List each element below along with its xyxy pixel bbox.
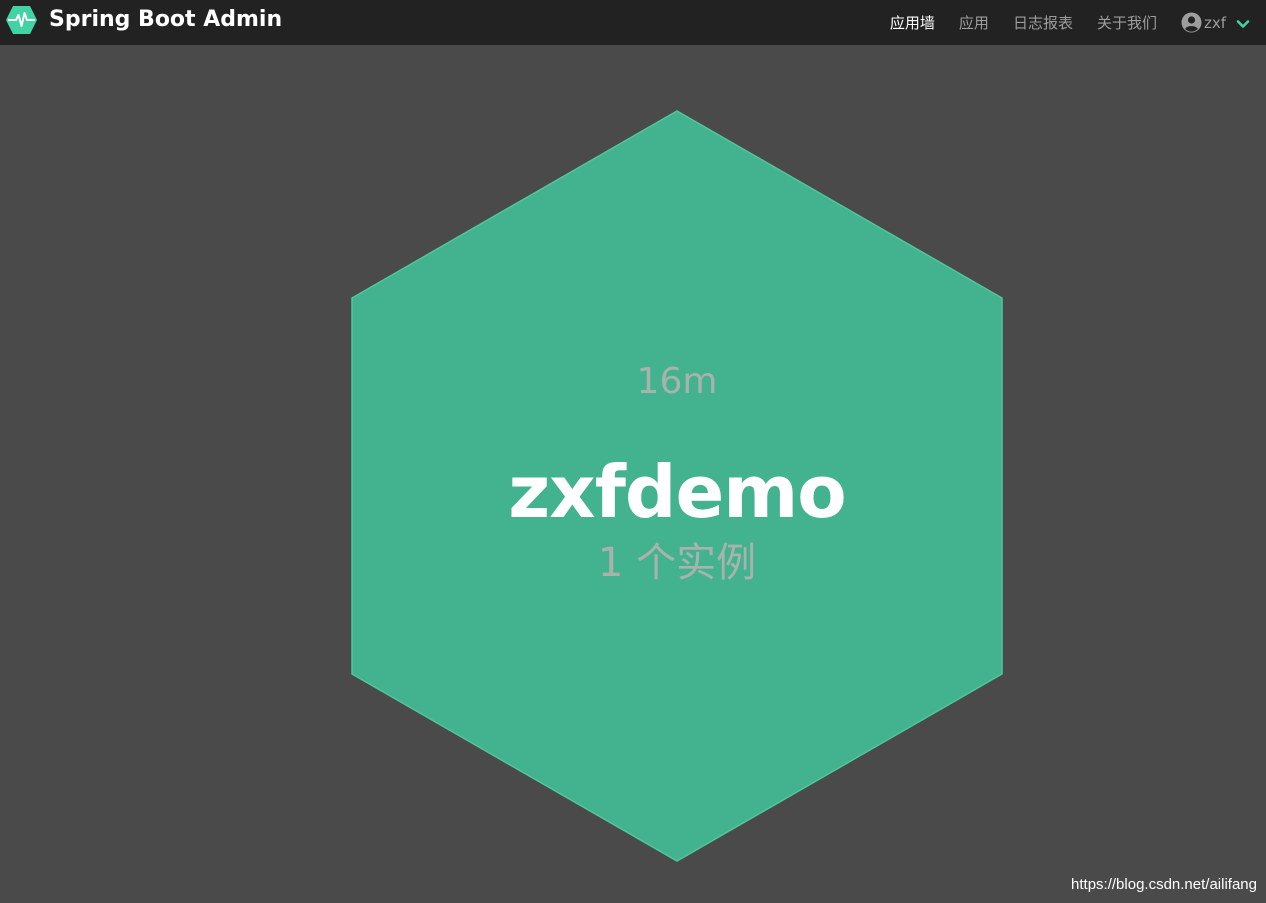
main-nav: 应用墙 应用 日志报表 关于我们 zxf	[866, 0, 1266, 45]
application-hexagon[interactable]: 16m zxfdemo 1 个实例	[351, 110, 1003, 862]
app-name: zxfdemo	[508, 450, 847, 534]
brand[interactable]: Spring Boot Admin	[5, 4, 282, 36]
pulse-hexagon-icon	[5, 5, 38, 35]
nav-item-applications[interactable]: 应用	[959, 12, 989, 33]
app-uptime: 16m	[636, 361, 718, 402]
user-name: zxf	[1203, 13, 1226, 32]
top-navbar: Spring Boot Admin 应用墙 应用 日志报表 关于我们 zxf	[0, 0, 1266, 45]
app-title: Spring Boot Admin	[49, 7, 283, 32]
chevron-down-icon[interactable]	[1236, 16, 1250, 30]
nav-item-journal[interactable]: 日志报表	[1013, 12, 1073, 33]
nav-item-about[interactable]: 关于我们	[1097, 12, 1157, 33]
user-circle-icon	[1181, 12, 1202, 33]
nav-item-wallboard[interactable]: 应用墙	[890, 12, 935, 33]
app-instance-count: 1 个实例	[597, 540, 757, 586]
watermark: https://blog.csdn.net/ailifang	[1071, 876, 1257, 893]
user-menu[interactable]: zxf	[1181, 12, 1250, 33]
